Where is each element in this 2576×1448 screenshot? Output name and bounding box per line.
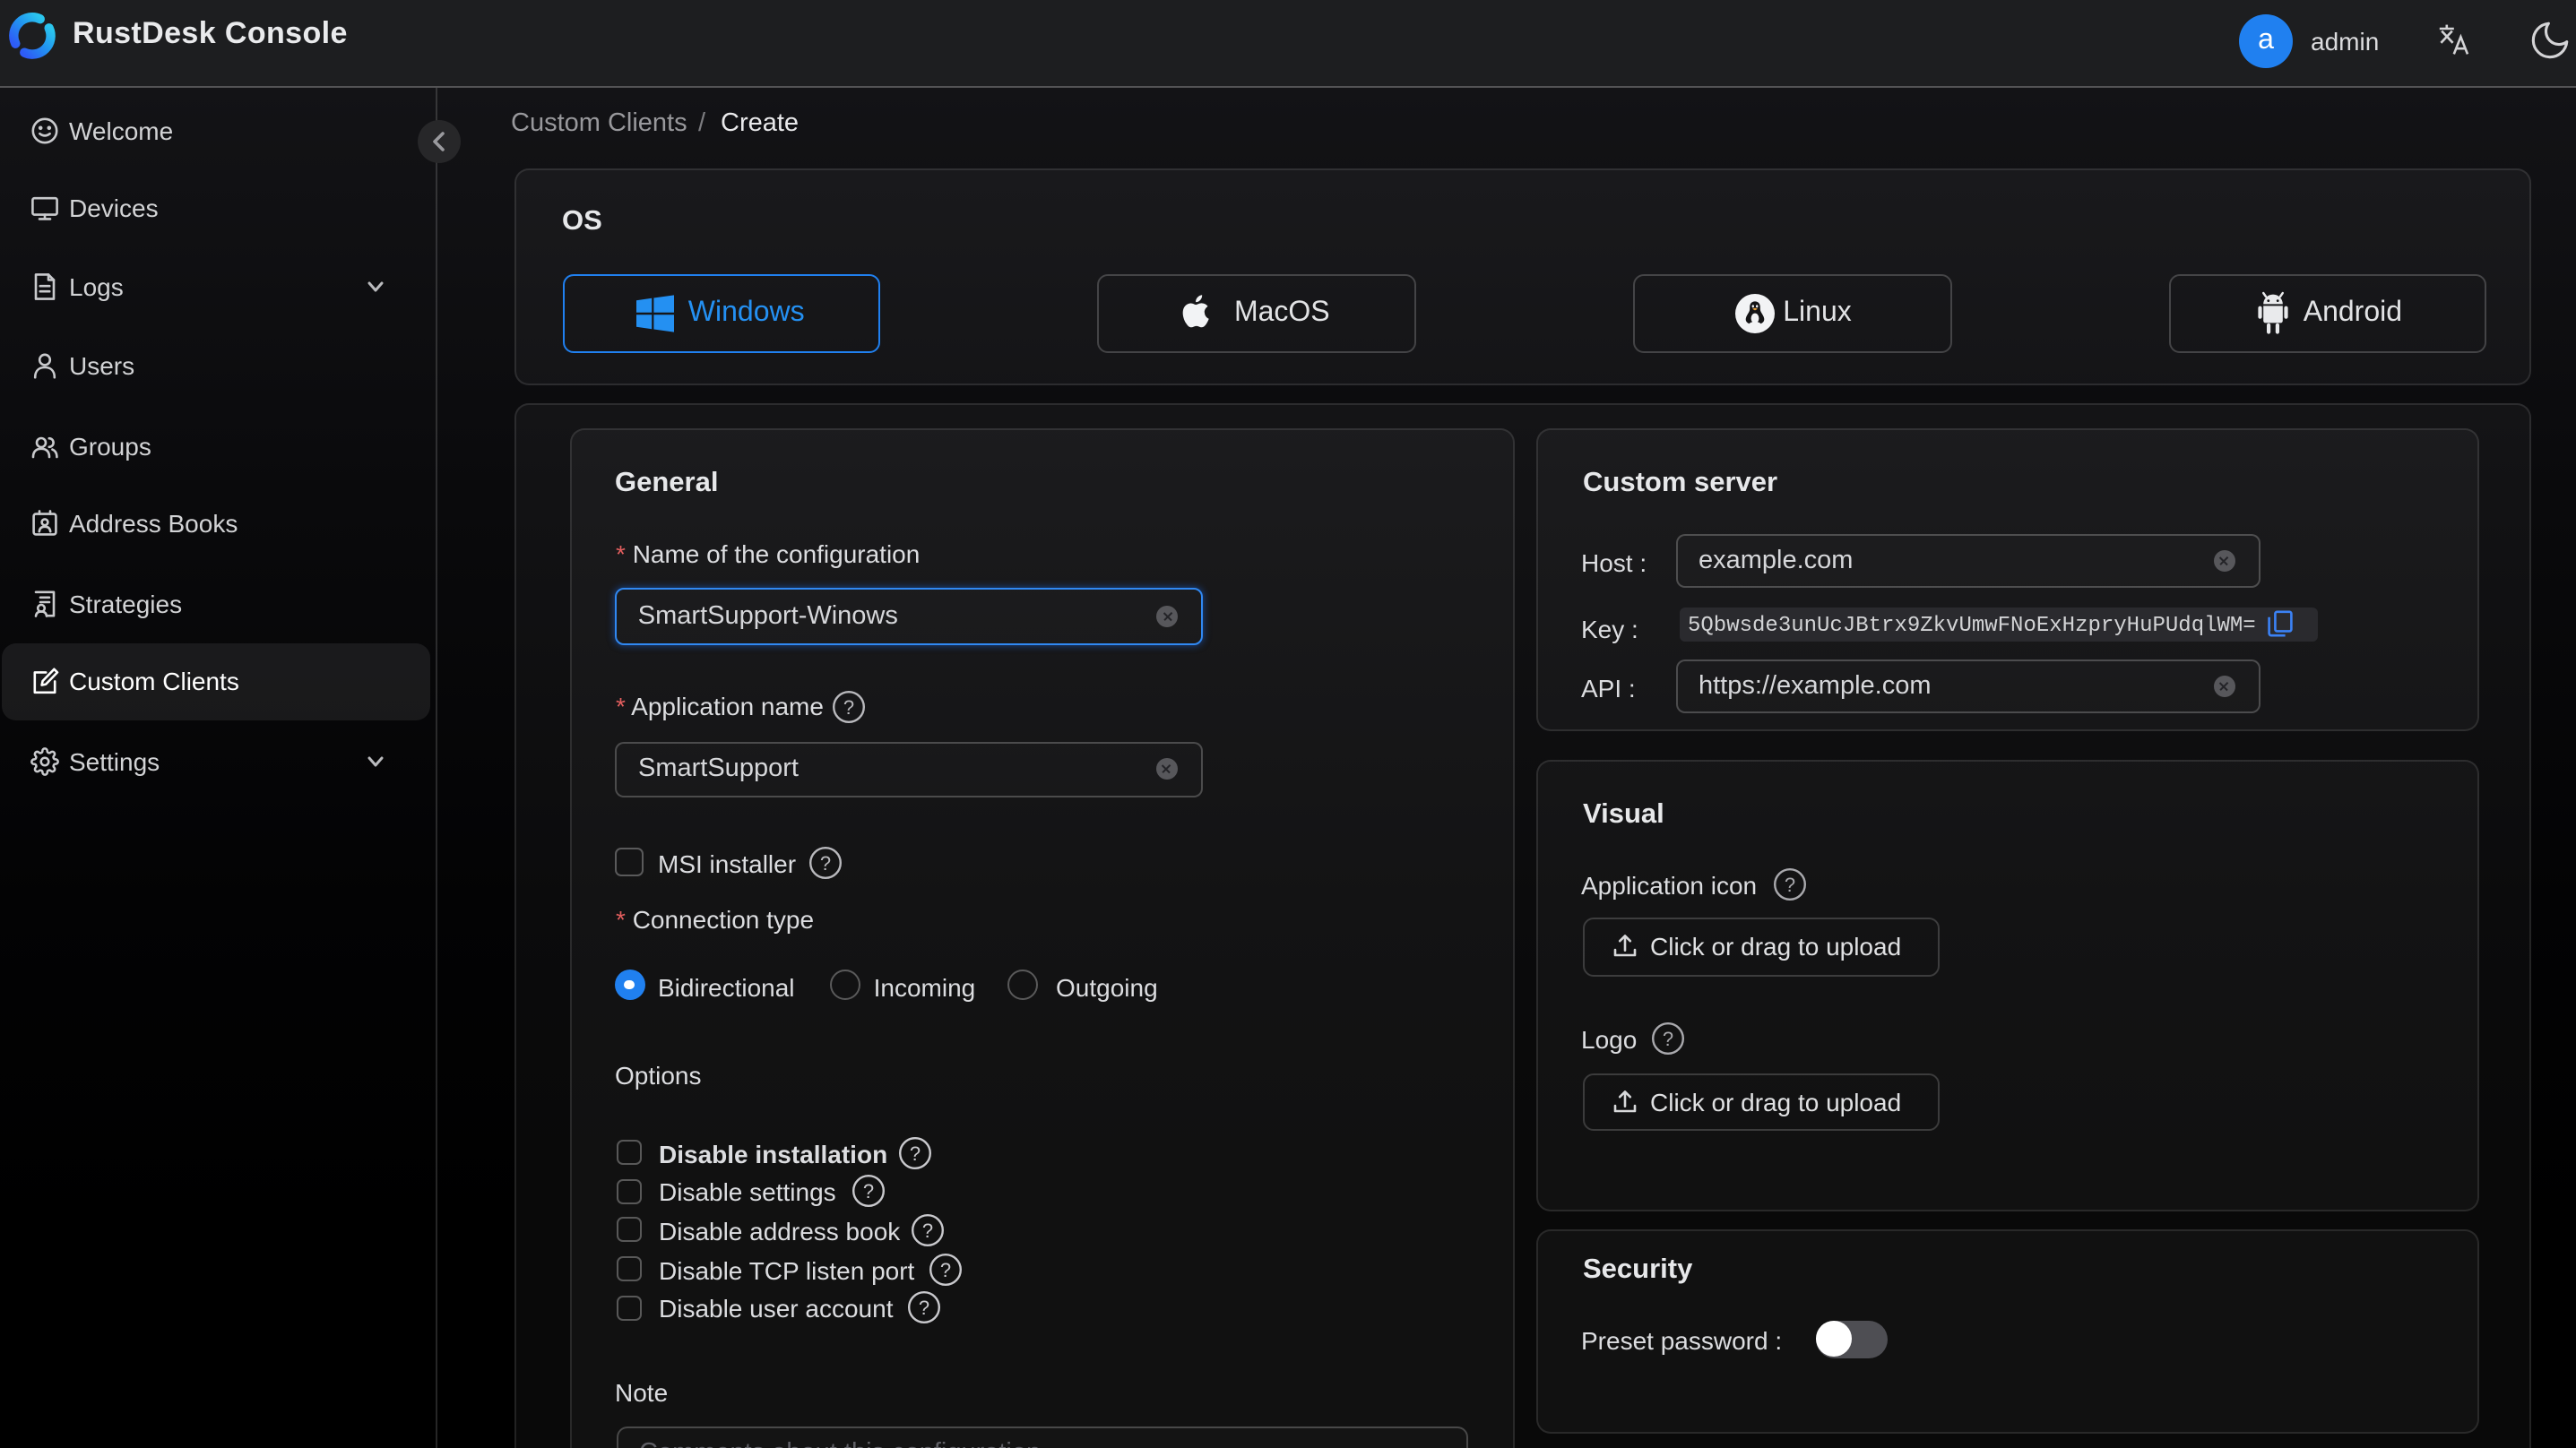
svg-text:?: ? (909, 1142, 920, 1164)
svg-text:?: ? (820, 851, 831, 874)
svg-text:?: ? (1663, 1027, 1673, 1049)
svg-text:?: ? (1785, 873, 1795, 895)
svg-text:?: ? (843, 695, 854, 718)
svg-text:?: ? (863, 1180, 874, 1202)
svg-text:?: ? (919, 1297, 929, 1319)
svg-text:?: ? (940, 1258, 951, 1280)
svg-text:?: ? (922, 1220, 933, 1242)
